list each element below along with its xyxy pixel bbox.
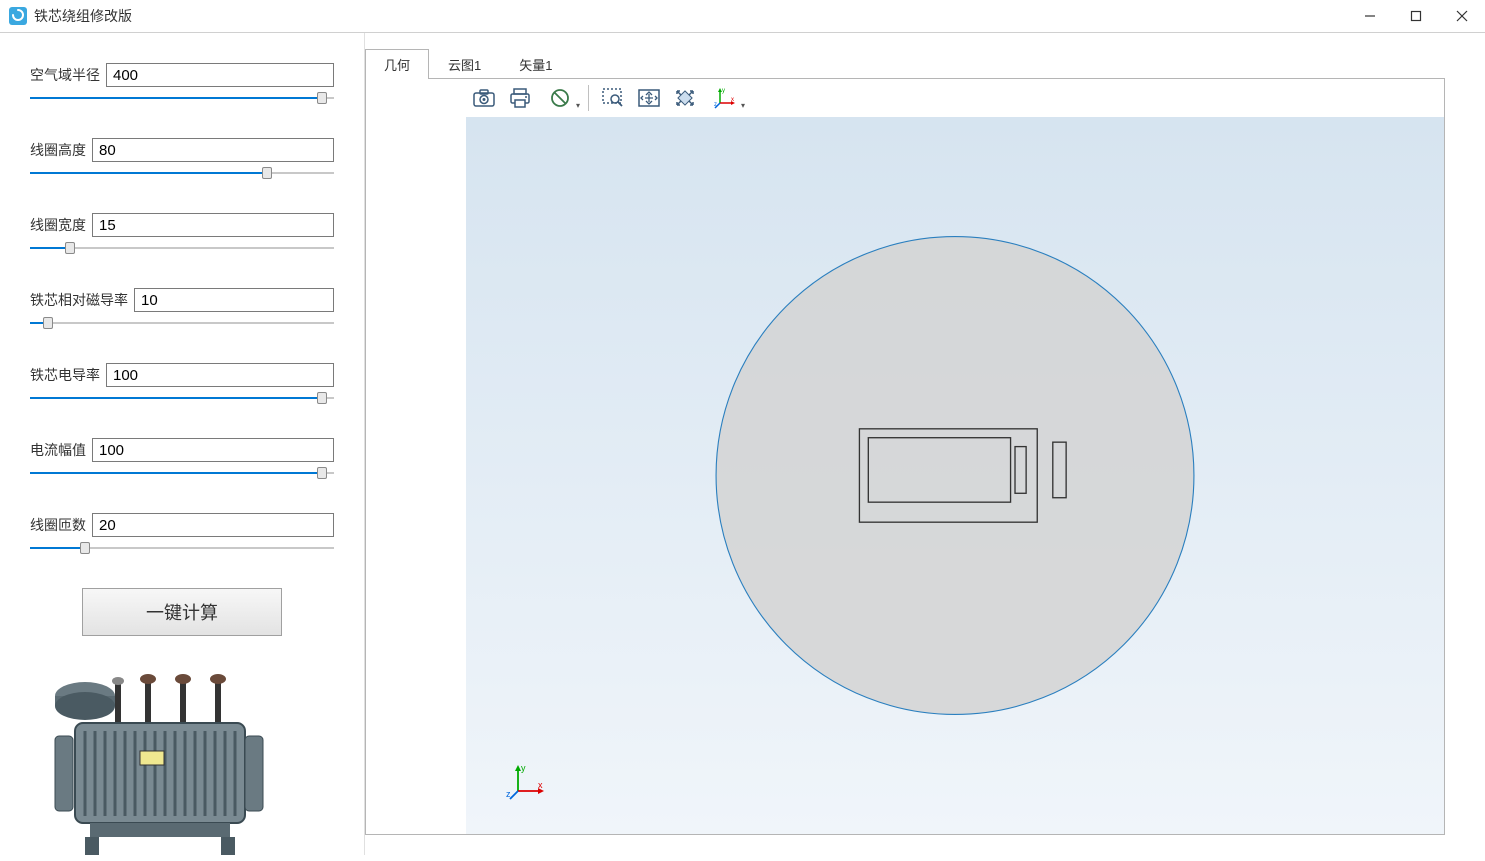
param-input-6[interactable] (92, 513, 334, 537)
view-panel: 几何云图1矢量1 ▾ (365, 33, 1485, 855)
zoom-extents-icon[interactable] (631, 82, 667, 114)
param-slider-2[interactable] (30, 240, 334, 256)
view-container: ▾ y x (365, 78, 1445, 835)
param-input-2[interactable] (92, 213, 334, 237)
tab-0[interactable]: 几何 (365, 49, 429, 79)
param-slider-1[interactable] (30, 165, 334, 181)
svg-text:x: x (731, 97, 734, 103)
param-label-1: 线圈高度 (30, 140, 92, 160)
param-input-4[interactable] (106, 363, 334, 387)
svg-text:z: z (506, 789, 511, 799)
param-slider-0[interactable] (30, 90, 334, 106)
maximize-button[interactable] (1393, 0, 1439, 32)
param-slider-6[interactable] (30, 540, 334, 556)
view-tabs: 几何云图1矢量1 (365, 48, 1445, 78)
tab-1[interactable]: 云图1 (429, 49, 500, 79)
axis-triad-icon: y x z (506, 761, 546, 804)
close-button[interactable] (1439, 0, 1485, 32)
param-slider-4[interactable] (30, 390, 334, 406)
param-slider-5[interactable] (30, 465, 334, 481)
param-label-3: 铁芯相对磁导率 (30, 290, 134, 310)
zoom-select-icon[interactable] (595, 82, 631, 114)
print-icon[interactable] (502, 82, 538, 114)
param-input-5[interactable] (92, 438, 334, 462)
param-label-6: 线圈匝数 (30, 515, 92, 535)
param-input-1[interactable] (92, 138, 334, 162)
svg-text:y: y (521, 763, 526, 773)
no-entry-icon[interactable]: ▾ (538, 82, 582, 114)
param-label-5: 电流幅值 (30, 440, 92, 460)
tab-2[interactable]: 矢量1 (500, 49, 571, 79)
geometry-canvas[interactable]: y x z (466, 117, 1444, 834)
param-label-4: 铁芯电导率 (30, 365, 106, 385)
svg-text:z: z (714, 102, 717, 108)
titlebar: 铁芯绕组修改版 (0, 0, 1485, 32)
minimize-button[interactable] (1347, 0, 1393, 32)
svg-text:y: y (722, 88, 725, 94)
param-slider-3[interactable] (30, 315, 334, 331)
app-icon (8, 6, 28, 26)
svg-text:x: x (538, 780, 543, 790)
view-toolbar: ▾ y x (366, 79, 1444, 117)
camera-icon[interactable] (466, 82, 502, 114)
axes-dropdown-icon[interactable]: y x z ▾ (703, 82, 747, 114)
param-input-0[interactable] (106, 63, 334, 87)
compute-button[interactable]: 一键计算 (82, 588, 282, 636)
param-label-2: 线圈宽度 (30, 215, 92, 235)
fit-view-icon[interactable] (667, 82, 703, 114)
param-label-0: 空气域半径 (30, 65, 106, 85)
transformer-image (30, 661, 334, 861)
param-input-3[interactable] (134, 288, 334, 312)
parameters-panel: 空气域半径 线圈高度 线圈宽度 铁芯相对磁导率 (0, 33, 365, 855)
window-title: 铁芯绕组修改版 (34, 6, 132, 26)
